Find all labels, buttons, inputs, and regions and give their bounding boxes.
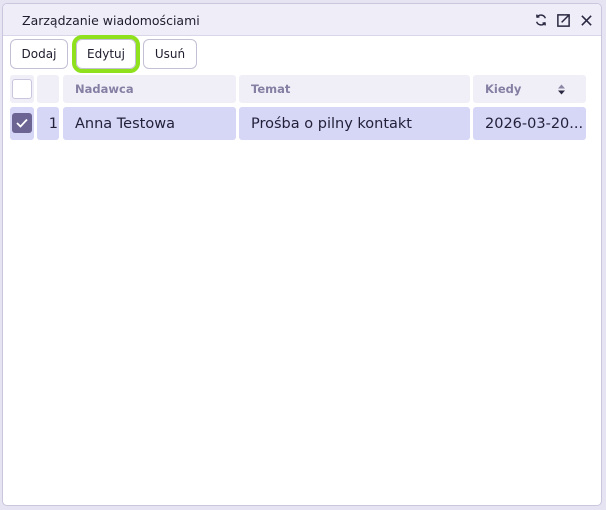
window-title: Zarządzanie wiadomościami: [22, 13, 200, 28]
row-when: 2026-03-20...: [485, 115, 584, 132]
delete-button[interactable]: Usuń: [143, 39, 197, 69]
column-header-label: Temat: [251, 82, 291, 96]
check-icon: [16, 118, 28, 128]
table-row-when-cell[interactable]: 2026-03-20...: [473, 107, 586, 140]
row-checkbox-checked[interactable]: [12, 113, 32, 133]
select-all-cell: [10, 75, 34, 103]
row-subject: Prośba o pilny kontakt: [251, 115, 412, 132]
column-header-when[interactable]: Kiedy: [473, 75, 586, 103]
table-row-subject-cell[interactable]: Prośba o pilny kontakt: [239, 107, 470, 140]
refresh-icon[interactable]: [532, 11, 550, 29]
select-all-checkbox[interactable]: [12, 79, 32, 99]
open-external-icon[interactable]: [554, 11, 572, 29]
window-titlebar: Zarządzanie wiadomościami: [3, 4, 601, 36]
toolbar: Dodaj Edytuj Usuń: [10, 35, 601, 73]
row-index: 1: [48, 115, 58, 132]
edit-button[interactable]: Edytuj: [72, 35, 140, 73]
column-header-label: Nadawca: [75, 82, 134, 96]
column-header-sender[interactable]: Nadawca: [63, 75, 236, 103]
sort-icon[interactable]: [557, 84, 566, 95]
table-row-index-cell: 1: [37, 107, 59, 140]
index-header: [37, 75, 59, 103]
table-row-sender-cell[interactable]: Anna Testowa: [63, 107, 236, 140]
table-row-select-cell: [10, 107, 34, 140]
add-button[interactable]: Dodaj: [10, 39, 68, 69]
column-header-subject[interactable]: Temat: [239, 75, 470, 103]
message-management-window: Zarządzanie wiadomościami Dodaj Edytuj U…: [2, 3, 602, 506]
column-header-label: Kiedy: [485, 82, 522, 96]
close-icon[interactable]: [577, 11, 595, 29]
row-sender: Anna Testowa: [75, 115, 175, 132]
